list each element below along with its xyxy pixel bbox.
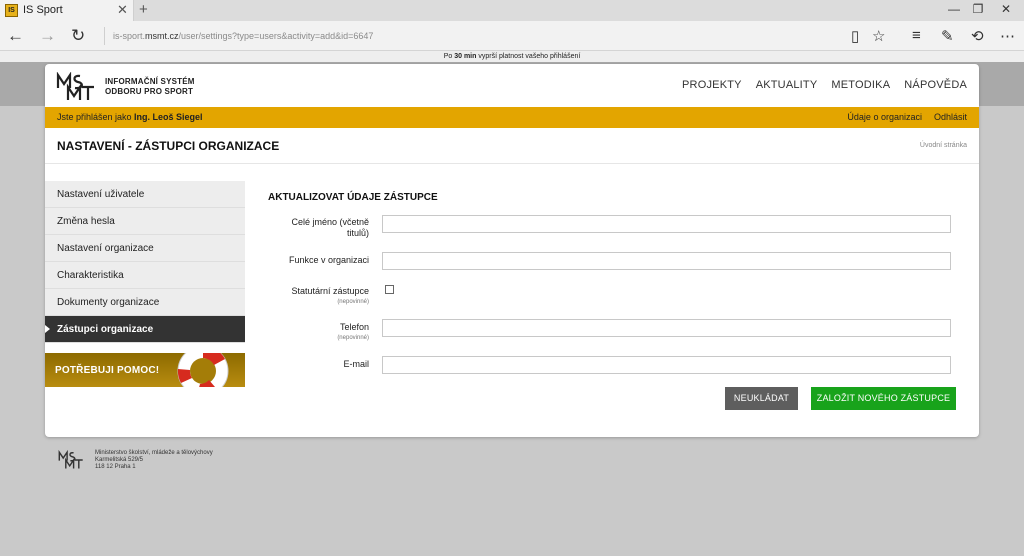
nav-aktuality[interactable]: AKTUALITY — [756, 79, 818, 91]
sidebar: Nastavení uživatele Změna hesla Nastaven… — [45, 181, 245, 387]
sidebar-item-change-password[interactable]: Změna hesla — [45, 208, 245, 235]
nav-napoveda[interactable]: NÁPOVĚDA — [904, 79, 967, 91]
browser-tab[interactable]: IS IS Sport ✕ — [0, 0, 134, 21]
new-tab-icon[interactable]: + — [139, 1, 148, 18]
logged-in-as: Jste přihlášen jako Ing. Leoš Siegel — [57, 112, 203, 122]
web-note-icon[interactable]: ✎ — [941, 27, 954, 45]
logo-text: INFORMAČNÍ SYSTÉM ODBORU PRO SPORT — [105, 77, 195, 96]
nav-projekty[interactable]: PROJEKTY — [682, 79, 742, 91]
help-banner[interactable]: POTŘEBUJI POMOC! — [45, 353, 245, 387]
share-icon[interactable]: ⟲ — [971, 27, 984, 45]
create-representative-button[interactable]: ZALOŽIT NOVÉHO ZÁSTUPCE — [811, 387, 956, 410]
msmt-logo-icon — [56, 72, 94, 100]
close-icon[interactable]: ✕ — [117, 2, 128, 18]
window-close-icon[interactable]: ✕ — [996, 2, 1016, 16]
address-toolbar: ← → ↻ is-sport.msmt.cz/user/settings?typ… — [0, 21, 1024, 51]
footer-address: Ministerstvo školství, mládeže a tělovýc… — [95, 450, 213, 470]
full-name-input[interactable] — [382, 215, 951, 233]
email-label: E-mail — [343, 359, 369, 369]
minimize-icon[interactable]: — — [944, 2, 964, 16]
favorite-star-icon[interactable]: ☆ — [872, 27, 885, 45]
page-header: NASTAVENÍ - ZÁSTUPCI ORGANIZACE Úvodní s… — [45, 128, 979, 164]
sidebar-item-organization-settings[interactable]: Nastavení organizace — [45, 235, 245, 262]
function-input[interactable] — [382, 252, 951, 270]
name-label: Celé jméno (včetně titulů) — [291, 217, 369, 238]
statutory-label: Statutární zástupce (nepovinné) — [291, 286, 369, 305]
main-card: INFORMAČNÍ SYSTÉM ODBORU PRO SPORT PROJE… — [45, 64, 979, 437]
logout-link[interactable]: Odhlásit — [934, 112, 967, 122]
organization-info-link[interactable]: Údaje o organizaci — [847, 112, 922, 122]
nav-metodika[interactable]: METODIKA — [831, 79, 890, 91]
tab-title: IS Sport — [23, 4, 63, 16]
sidebar-item-user-settings[interactable]: Nastavení uživatele — [45, 181, 245, 208]
back-icon[interactable]: ← — [7, 26, 24, 46]
cancel-button[interactable]: NEUKLÁDAT — [725, 387, 798, 410]
email-input[interactable] — [382, 356, 951, 374]
site-logo[interactable]: INFORMAČNÍ SYSTÉM ODBORU PRO SPORT — [56, 72, 216, 104]
forward-icon[interactable]: → — [39, 26, 56, 46]
footer-logo-icon — [58, 449, 83, 469]
browser-tab-bar: IS IS Sport ✕ + — ❐ ✕ — [0, 0, 1024, 21]
maximize-icon[interactable]: ❐ — [968, 2, 988, 16]
reading-view-icon[interactable]: ▯ — [851, 27, 859, 45]
session-notice: Po 30 min vyprší platnost vašeho přihláš… — [0, 51, 1024, 62]
favicon-icon: IS — [5, 4, 18, 17]
phone-label: Telefon (nepovinné) — [337, 322, 369, 341]
breadcrumb-home[interactable]: Úvodní stránka — [920, 142, 967, 149]
footer: Ministerstvo školství, mládeže a tělovýc… — [58, 449, 358, 475]
lifebuoy-icon — [177, 353, 229, 387]
sidebar-item-characteristics[interactable]: Charakteristika — [45, 262, 245, 289]
more-icon[interactable]: ⋯ — [1000, 27, 1015, 45]
username: Ing. Leoš Siegel — [134, 112, 203, 122]
top-navigation: PROJEKTY AKTUALITY METODIKA NÁPOVĚDA — [682, 79, 967, 91]
form-title: AKTUALIZOVAT ÚDAJE ZÁSTUPCE — [268, 192, 438, 203]
statutory-checkbox[interactable] — [385, 285, 394, 294]
sidebar-item-representatives[interactable]: Zástupci organizace — [45, 316, 245, 343]
help-banner-label: POTŘEBUJI POMOC! — [55, 365, 160, 376]
sidebar-item-documents[interactable]: Dokumenty organizace — [45, 289, 245, 316]
phone-input[interactable] — [382, 319, 951, 337]
page-title: NASTAVENÍ - ZÁSTUPCI ORGANIZACE — [57, 139, 280, 153]
user-bar: Jste přihlášen jako Ing. Leoš Siegel Úda… — [45, 107, 979, 128]
hub-icon[interactable]: ≡ — [912, 27, 921, 44]
function-label: Funkce v organizaci — [288, 255, 369, 265]
url-field[interactable]: is-sport.msmt.cz/user/settings?type=user… — [104, 27, 844, 45]
refresh-icon[interactable]: ↻ — [71, 26, 85, 46]
